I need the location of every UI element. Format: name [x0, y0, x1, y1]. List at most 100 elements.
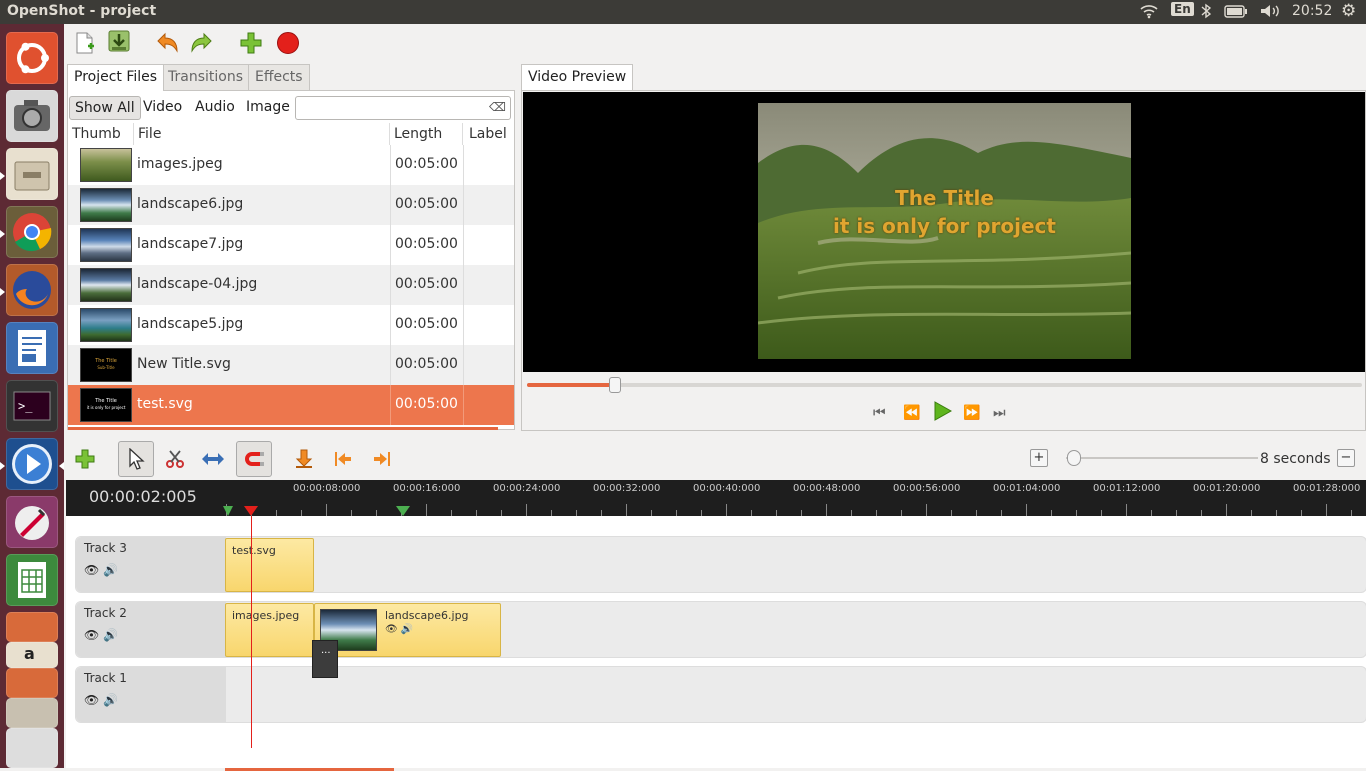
keyboard-indicator[interactable]: En	[1171, 2, 1194, 16]
amazon-icon[interactable]: a	[6, 642, 58, 668]
jump-start-icon[interactable]: ⏮	[873, 405, 886, 421]
volume-icon[interactable]	[1259, 3, 1281, 23]
eye-icon[interactable]: 👁	[84, 628, 99, 642]
file-row[interactable]: landscape6.jpg 00:05:00	[68, 185, 514, 225]
file-row[interactable]: The Title Sub-Title New Title.svg 00:05:…	[68, 345, 514, 385]
export-video-icon[interactable]	[274, 29, 302, 57]
fast-forward-icon[interactable]: ⏩	[963, 405, 980, 421]
bluetooth-icon[interactable]	[1201, 3, 1212, 23]
zoom-slider-handle[interactable]	[1067, 450, 1081, 466]
gimp-icon[interactable]	[6, 496, 58, 548]
next-marker-icon[interactable]	[364, 441, 400, 477]
filter-audio[interactable]: Audio	[190, 96, 240, 120]
add-track-icon[interactable]	[67, 441, 103, 477]
playhead-handle-icon[interactable]	[244, 506, 258, 516]
ruler-tick-mark	[926, 504, 927, 516]
track-1[interactable]: Track 1 👁 🔊	[75, 666, 1366, 723]
select-tool-icon[interactable]	[118, 441, 154, 477]
ruler-tick-mark	[1026, 504, 1027, 516]
file-row[interactable]: landscape-04.jpg 00:05:00	[68, 265, 514, 305]
preview-seek-bar[interactable]	[527, 377, 1362, 393]
track-3[interactable]: Track 3 👁 🔊 test.svg	[75, 536, 1366, 593]
tab-transitions[interactable]: Transitions	[161, 64, 250, 90]
play-icon[interactable]	[932, 401, 953, 425]
eye-icon[interactable]: 👁	[385, 624, 398, 635]
thumbnail	[80, 148, 132, 182]
razor-tool-icon[interactable]	[157, 441, 193, 477]
previous-marker-icon[interactable]	[325, 441, 361, 477]
tab-project-files[interactable]: Project Files	[67, 64, 165, 91]
clock[interactable]: 20:52	[1292, 3, 1332, 19]
file-row[interactable]: images.jpeg 00:05:00	[68, 145, 514, 185]
zoom-out-icon[interactable]: −	[1337, 449, 1355, 467]
file-length: 00:05:00	[395, 396, 458, 412]
timeline-ruler[interactable]: 00:00:02:005 00:00:08:000 00:00:16:000 0…	[66, 480, 1366, 516]
save-project-icon[interactable]	[105, 27, 133, 55]
speaker-icon[interactable]: 🔊	[103, 693, 118, 707]
column-header-length[interactable]: Length	[390, 123, 463, 145]
rewind-icon[interactable]: ⏪	[903, 405, 920, 421]
file-name: New Title.svg	[137, 356, 231, 372]
ruler-tick-label: 00:00:16:000	[393, 483, 461, 494]
jump-end-icon[interactable]: ⏭	[993, 405, 1006, 421]
camera-icon[interactable]	[6, 90, 58, 142]
tab-effects[interactable]: Effects	[248, 64, 310, 90]
timeline-clip[interactable]: landscape6.jpg 👁 🔊	[314, 603, 501, 657]
clip-context-tooltip[interactable]: ...	[312, 640, 338, 678]
horizontal-scrollbar[interactable]	[68, 427, 498, 430]
column-header-file[interactable]: File	[134, 123, 390, 145]
add-marker-icon[interactable]	[286, 441, 322, 477]
openshot-icon[interactable]	[6, 438, 58, 490]
files-icon[interactable]	[6, 148, 58, 200]
preview-frame: The Title it is only for project	[758, 103, 1131, 359]
marker-icon[interactable]	[396, 506, 410, 516]
filter-search-input[interactable]: ⌫	[295, 96, 511, 120]
terminal-icon[interactable]: >_	[6, 380, 58, 432]
redo-icon[interactable]	[188, 29, 216, 57]
import-files-icon[interactable]	[237, 29, 265, 57]
file-row-selected[interactable]: The Title it is only for project test.sv…	[68, 385, 514, 425]
filter-video[interactable]: Video	[138, 96, 187, 120]
new-project-icon[interactable]	[70, 29, 98, 57]
video-preview-screen[interactable]: The Title it is only for project	[523, 92, 1365, 372]
zoom-slider[interactable]	[1066, 457, 1258, 459]
resize-tool-icon[interactable]	[195, 441, 231, 477]
calc-icon[interactable]	[6, 554, 58, 606]
file-name: landscape7.jpg	[137, 236, 244, 252]
marker-icon[interactable]	[223, 506, 233, 516]
thumbnail	[80, 228, 132, 262]
ubuntu-logo-icon[interactable]	[6, 32, 58, 84]
zoom-in-icon[interactable]: +	[1030, 449, 1048, 467]
speaker-icon[interactable]: 🔊	[103, 563, 118, 577]
eye-icon[interactable]: 👁	[84, 563, 99, 577]
eye-icon[interactable]: 👁	[84, 693, 99, 707]
ruler-tick-label: 00:00:40:000	[693, 483, 761, 494]
timeline-clip[interactable]: images.jpeg	[225, 603, 314, 657]
filter-image[interactable]: Image	[241, 96, 295, 120]
firefox-icon[interactable]	[6, 264, 58, 316]
track-2[interactable]: Track 2 👁 🔊 images.jpeg landscape6.jpg 👁…	[75, 601, 1366, 658]
file-length: 00:05:00	[395, 316, 458, 332]
battery-icon[interactable]	[1224, 5, 1248, 22]
seek-handle[interactable]	[608, 377, 621, 393]
firefox-icon-2[interactable]	[6, 668, 58, 698]
speaker-icon[interactable]: 🔊	[401, 624, 413, 635]
gear-icon[interactable]: ⚙	[1341, 1, 1356, 21]
tab-video-preview[interactable]: Video Preview	[521, 64, 634, 91]
speaker-icon[interactable]: 🔊	[103, 628, 118, 642]
snapping-toggle-icon[interactable]	[236, 441, 272, 477]
wifi-icon[interactable]	[1140, 3, 1158, 23]
filter-show-all[interactable]: Show All	[69, 96, 141, 120]
undo-icon[interactable]	[153, 29, 181, 57]
file-row[interactable]: landscape5.jpg 00:05:00	[68, 305, 514, 345]
clear-search-icon[interactable]: ⌫	[489, 100, 506, 114]
file-row[interactable]: landscape7.jpg 00:05:00	[68, 225, 514, 265]
software-icon[interactable]	[6, 698, 58, 728]
column-header-thumb[interactable]: Thumb	[68, 123, 134, 145]
timeline-clip[interactable]: test.svg	[225, 538, 314, 592]
column-header-label[interactable]: Label	[465, 123, 513, 145]
writer-icon[interactable]	[6, 322, 58, 374]
chrome-icon[interactable]	[6, 206, 58, 258]
impress-icon[interactable]	[6, 612, 58, 642]
dvd-icon[interactable]	[6, 728, 58, 768]
